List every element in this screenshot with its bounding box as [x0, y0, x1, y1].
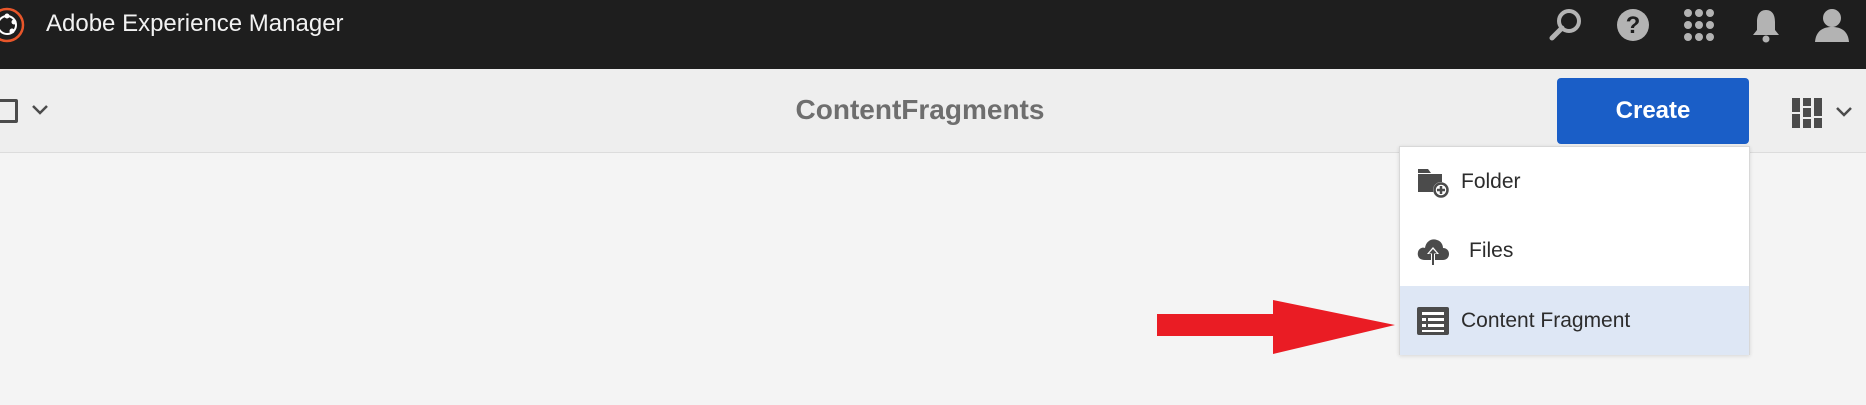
search-icon[interactable] [1547, 6, 1585, 44]
shell-header: Adobe Experience Manager ? [0, 0, 1866, 69]
view-switcher-icon[interactable] [1792, 98, 1822, 128]
menu-item-label: Folder [1461, 170, 1521, 193]
notifications-icon[interactable] [1747, 6, 1785, 44]
app-title[interactable]: Adobe Experience Manager [46, 10, 344, 38]
help-icon[interactable]: ? [1614, 6, 1652, 44]
solutions-icon[interactable] [1680, 6, 1718, 44]
content-fragment-icon [1417, 307, 1449, 335]
svg-text:?: ? [1626, 12, 1641, 39]
create-button[interactable]: Create [1557, 78, 1749, 144]
menu-item-content-fragment[interactable]: Content Fragment [1400, 286, 1749, 355]
create-menu: Folder Files Content Fragment [1399, 146, 1750, 355]
menu-item-label: Content Fragment [1461, 309, 1631, 332]
chevron-down-icon[interactable] [1834, 104, 1854, 120]
menu-item-folder[interactable]: Folder [1400, 147, 1749, 216]
aem-logo-icon[interactable] [0, 6, 26, 44]
folder-add-icon [1418, 169, 1449, 198]
menu-item-label: Files [1469, 239, 1514, 262]
upload-cloud-icon [1417, 239, 1449, 266]
user-icon[interactable] [1813, 6, 1851, 44]
annotation-arrow [1157, 300, 1395, 354]
menu-item-files[interactable]: Files [1400, 216, 1749, 285]
